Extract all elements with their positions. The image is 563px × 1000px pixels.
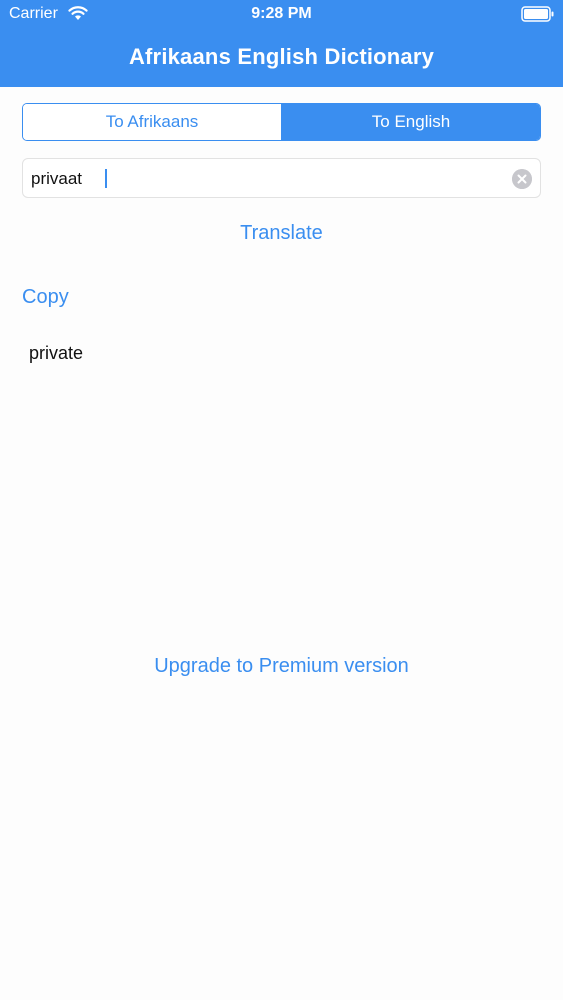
translation-result: private bbox=[29, 343, 84, 363]
segment-to-english[interactable]: To English bbox=[281, 104, 540, 140]
translate-button[interactable]: Translate bbox=[0, 222, 563, 245]
text-cursor bbox=[105, 169, 107, 188]
upgrade-premium-button[interactable]: Upgrade to Premium version bbox=[0, 655, 563, 678]
direction-segmented-control: To Afrikaans To English bbox=[22, 103, 541, 141]
segment-to-afrikaans[interactable]: To Afrikaans bbox=[23, 104, 281, 140]
clear-icon[interactable] bbox=[512, 169, 532, 189]
copy-button[interactable]: Copy bbox=[22, 286, 69, 309]
search-field bbox=[22, 158, 541, 198]
status-bar: Carrier 9:28 PM bbox=[0, 0, 563, 30]
page-title: Afrikaans English Dictionary bbox=[128, 44, 435, 69]
search-input[interactable] bbox=[31, 167, 501, 191]
app-header: Carrier 9:28 PM Afrikaans English Dictio… bbox=[0, 0, 563, 87]
status-time: 9:28 PM bbox=[251, 5, 312, 22]
battery-icon bbox=[521, 6, 554, 22]
